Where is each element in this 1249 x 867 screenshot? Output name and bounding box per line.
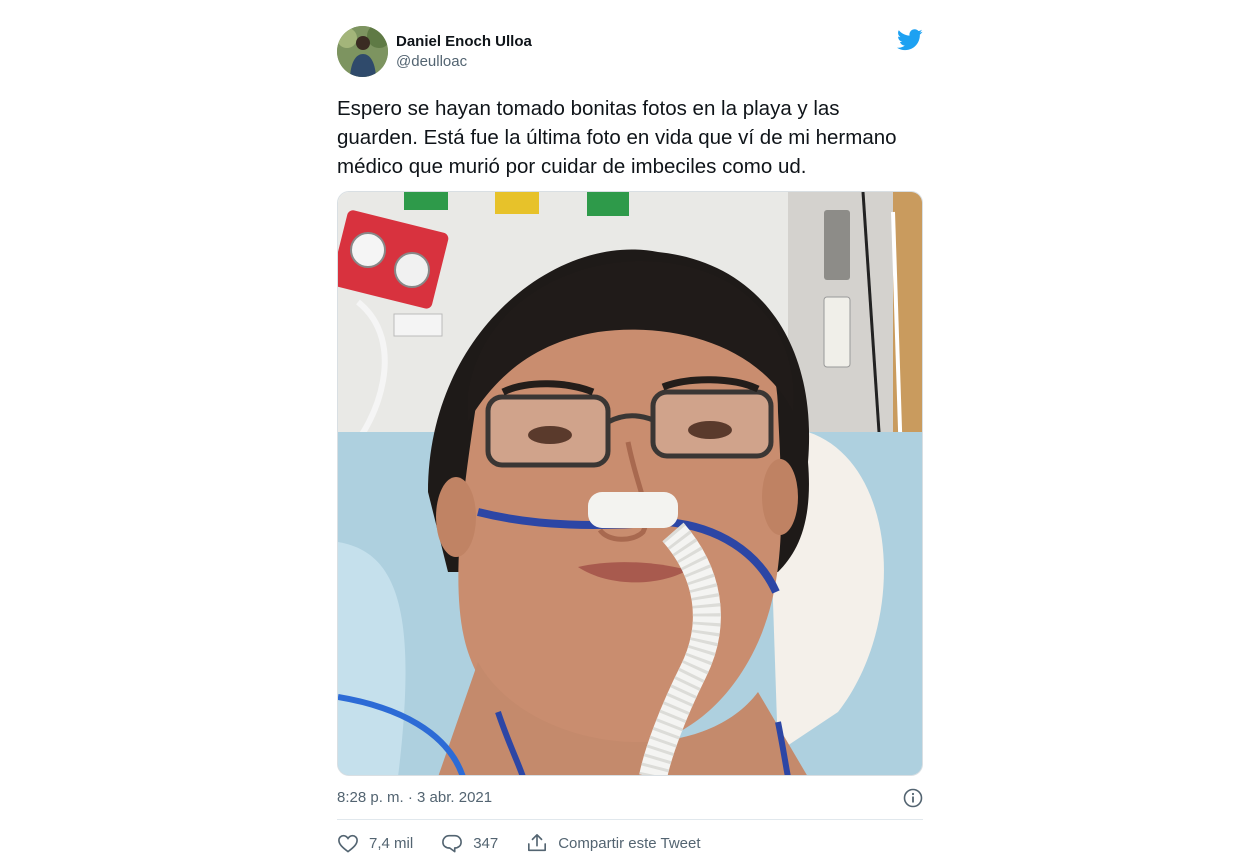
- reply-button[interactable]: 347: [441, 833, 498, 853]
- tweet-meta: 8:28 p. m. · 3 abr. 2021: [337, 785, 923, 811]
- reply-count: 347: [473, 834, 499, 852]
- twitter-bird-icon[interactable]: [897, 29, 923, 51]
- like-count: 7,4 mil: [369, 834, 414, 852]
- tweet-text: Espero se hayan tomado bonitas fotos en …: [337, 97, 897, 178]
- share-icon: [528, 834, 547, 852]
- share-label: Compartir este Tweet: [558, 834, 701, 852]
- like-button[interactable]: 7,4 mil: [337, 833, 413, 853]
- tweet-header: Daniel Enoch Ulloa @deulloac: [337, 24, 923, 80]
- info-icon[interactable]: [903, 788, 923, 808]
- avatar[interactable]: [337, 26, 388, 77]
- reply-icon: [442, 834, 463, 853]
- share-button[interactable]: Compartir este Tweet: [526, 833, 701, 853]
- author-name[interactable]: Daniel Enoch Ulloa: [396, 32, 532, 52]
- tweet-card: Daniel Enoch Ulloa @deulloac Espero se h…: [337, 24, 923, 855]
- tweet-actions: 7,4 mil 347 Compartir este Tweet: [337, 831, 923, 855]
- author-handle[interactable]: @deulloac: [396, 52, 532, 72]
- divider: [337, 819, 923, 820]
- tweet-photo[interactable]: [337, 191, 923, 776]
- tweet-timestamp[interactable]: 8:28 p. m. · 3 abr. 2021: [337, 789, 492, 806]
- heart-icon: [338, 834, 358, 853]
- author-block[interactable]: Daniel Enoch Ulloa @deulloac: [396, 32, 532, 72]
